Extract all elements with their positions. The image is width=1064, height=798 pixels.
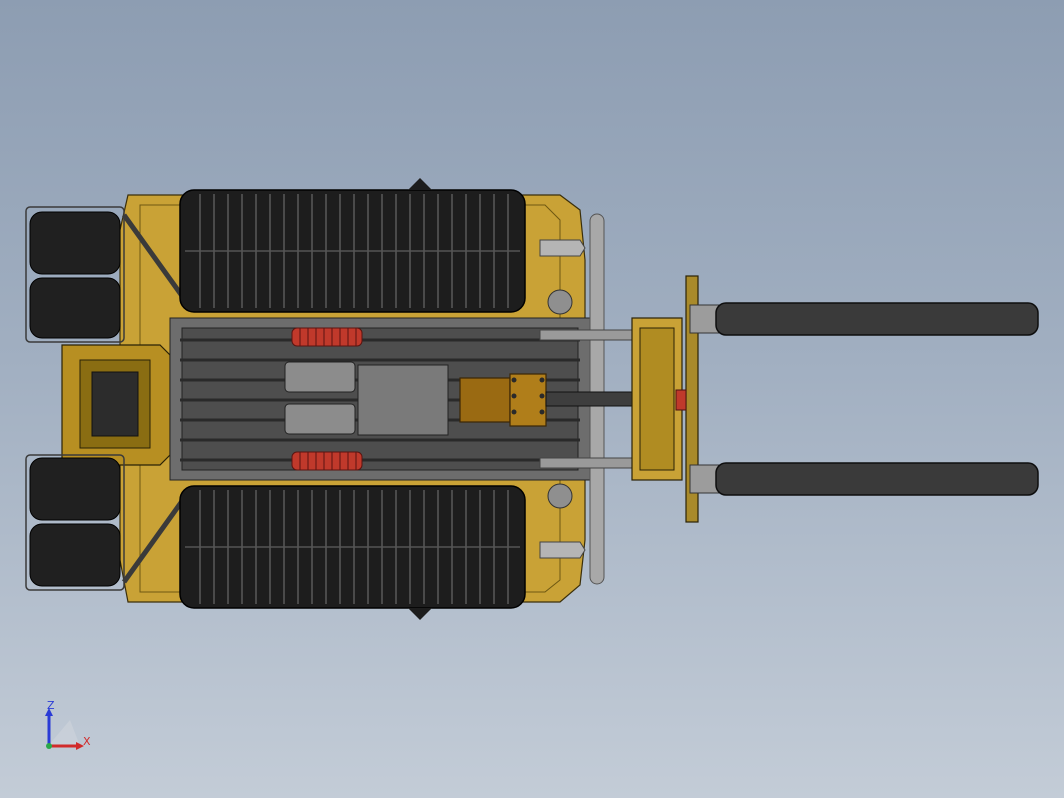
- orientation-triad[interactable]: Z X: [40, 698, 100, 758]
- fork-carriage: [631, 275, 699, 523]
- fork-upper: [689, 302, 1039, 336]
- forklift-model[interactable]: [0, 0, 1064, 798]
- cad-viewport[interactable]: Z X: [0, 0, 1064, 798]
- z-axis-label: Z: [47, 699, 55, 712]
- track-top: [179, 178, 526, 313]
- track-bottom: [179, 485, 526, 620]
- drivetrain-frame: [169, 317, 591, 481]
- x-axis-label: X: [83, 735, 91, 748]
- fork-lower: [689, 462, 1039, 496]
